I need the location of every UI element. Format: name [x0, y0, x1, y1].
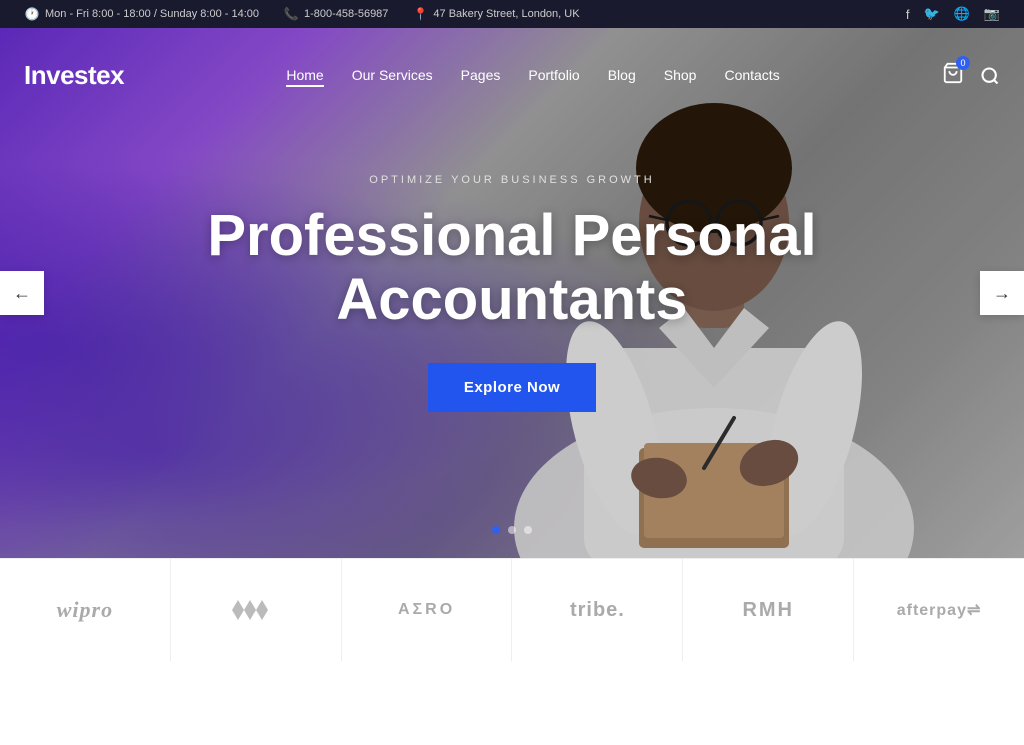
phone-item: 📞 1-800-458-56987	[283, 6, 388, 22]
address-item: 📍 47 Bakery Street, London, UK	[412, 6, 579, 22]
aero-logo: AΣRO	[398, 601, 455, 619]
nav-item-portfolio[interactable]: Portfolio	[528, 67, 579, 85]
hours-item: 🕐 Mon - Fri 8:00 - 18:00 / Sunday 8:00 -…	[24, 6, 259, 22]
top-bar: 🕐 Mon - Fri 8:00 - 18:00 / Sunday 8:00 -…	[0, 0, 1024, 28]
diamonds-logo	[230, 598, 282, 622]
slider-dots	[492, 526, 532, 534]
partner-aero: AΣRO	[342, 559, 513, 661]
twitter-icon[interactable]: 🐦	[923, 6, 939, 22]
slider-next-button[interactable]: →	[980, 271, 1024, 315]
nav-link-services[interactable]: Our Services	[352, 67, 433, 83]
nav-right: 0	[942, 62, 1000, 89]
tribe-logo: tribe.	[570, 599, 625, 622]
nav-item-services[interactable]: Our Services	[352, 67, 433, 85]
diamond-shapes	[230, 598, 282, 622]
partner-wipro: wipro	[0, 559, 171, 661]
globe-icon[interactable]: 🌐	[954, 6, 970, 22]
rmh-logo: RMH	[742, 599, 794, 622]
afterpay-logo: afterpay⇌	[897, 600, 982, 620]
nav-item-shop[interactable]: Shop	[664, 67, 697, 85]
wipro-logo: wipro	[57, 597, 113, 623]
slider-dot-2[interactable]	[508, 526, 516, 534]
facebook-icon[interactable]: f	[906, 7, 910, 22]
nav-link-contacts[interactable]: Contacts	[724, 67, 779, 83]
location-icon: 📍	[412, 6, 428, 22]
explore-button[interactable]: Explore Now	[428, 363, 596, 412]
nav-link-pages[interactable]: Pages	[461, 67, 501, 83]
top-bar-left: 🕐 Mon - Fri 8:00 - 18:00 / Sunday 8:00 -…	[24, 6, 580, 22]
chevron-right-icon: →	[993, 283, 1011, 304]
nav-link-blog[interactable]: Blog	[608, 67, 636, 83]
site-logo[interactable]: Investex	[24, 60, 124, 91]
partner-rmh: RMH	[683, 559, 854, 661]
cart-button[interactable]: 0	[942, 62, 964, 89]
phone-text: 1-800-458-56987	[304, 8, 388, 20]
nav-link-portfolio[interactable]: Portfolio	[528, 67, 579, 83]
partners-section: wipro AΣRO tribe. RMH afterpay⇌	[0, 558, 1024, 661]
hero-section: Investex Home Our Services Pages Portfol…	[0, 28, 1024, 558]
clock-icon: 🕐	[24, 6, 40, 22]
navbar: Investex Home Our Services Pages Portfol…	[0, 60, 1024, 91]
search-icon[interactable]	[980, 66, 1000, 86]
slider-dot-3[interactable]	[524, 526, 532, 534]
slider-dot-1[interactable]	[492, 526, 500, 534]
nav-link-shop[interactable]: Shop	[664, 67, 697, 83]
nav-link-home[interactable]: Home	[286, 67, 323, 87]
chevron-left-icon: ←	[13, 283, 31, 304]
nav-item-blog[interactable]: Blog	[608, 67, 636, 85]
nav-item-pages[interactable]: Pages	[461, 67, 501, 85]
nav-links: Home Our Services Pages Portfolio Blog S…	[286, 67, 779, 85]
instagram-icon[interactable]: 📷	[984, 6, 1000, 22]
hero-wrapper: Investex Home Our Services Pages Portfol…	[0, 28, 1024, 558]
top-bar-social: f 🐦 🌐 📷	[906, 6, 1000, 22]
hero-content: Optimize Your Business Growth Profession…	[162, 174, 862, 413]
phone-icon: 📞	[283, 6, 299, 22]
address-text: 47 Bakery Street, London, UK	[433, 8, 579, 20]
slider-prev-button[interactable]: ←	[0, 271, 44, 315]
hero-subtitle: Optimize Your Business Growth	[182, 174, 842, 186]
nav-item-home[interactable]: Home	[286, 67, 323, 85]
nav-item-contacts[interactable]: Contacts	[724, 67, 779, 85]
hero-title: Professional Personal Accountants	[182, 204, 842, 332]
cart-badge: 0	[956, 56, 970, 70]
partner-tribe: tribe.	[512, 559, 683, 661]
partner-diamonds	[171, 559, 342, 661]
partner-afterpay: afterpay⇌	[854, 559, 1024, 661]
hours-text: Mon - Fri 8:00 - 18:00 / Sunday 8:00 - 1…	[45, 8, 259, 20]
